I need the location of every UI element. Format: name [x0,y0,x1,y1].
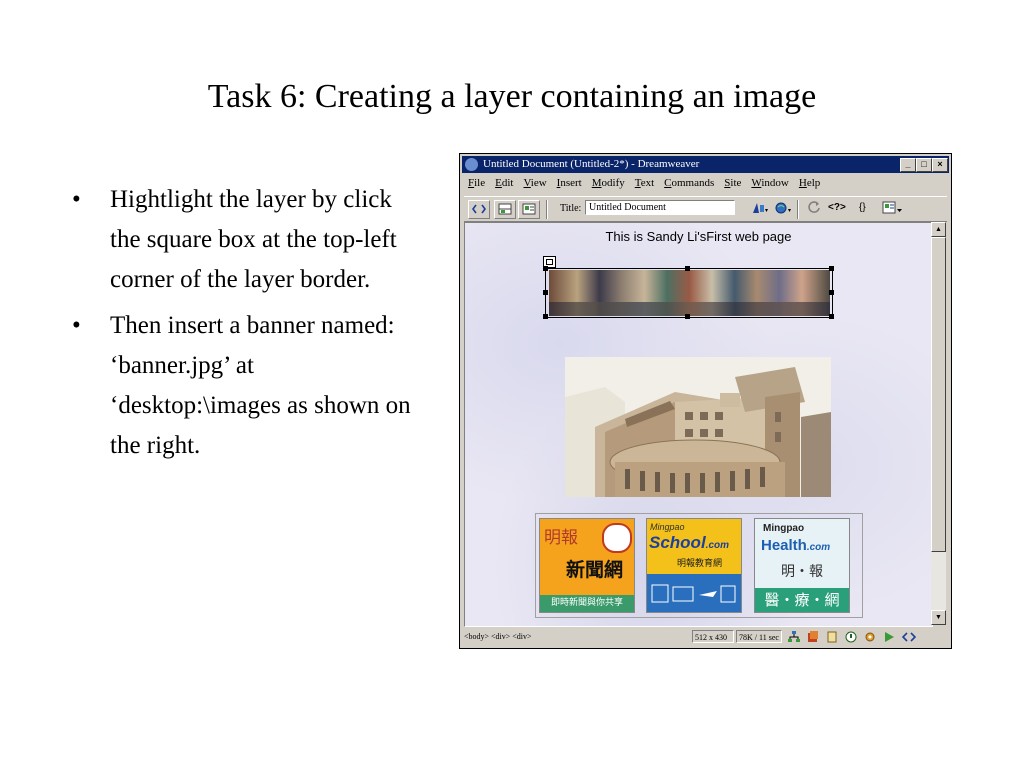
code-inspector-icon[interactable] [901,631,917,643]
vertical-scrollbar[interactable]: ▲ ▼ [931,222,946,625]
bullet-item: • Then insert a banner named: ‘banner.jpg… [72,306,422,466]
ad-text: Health [761,537,807,554]
bullet-glyph: • [72,186,81,213]
tag-selector[interactable]: <body> <div> <div> [464,632,532,641]
reference-icon[interactable]: <?> [828,202,846,213]
ad-text: .com [806,542,831,553]
design-view-icon[interactable] [518,200,540,219]
slide-title: Task 6: Creating a layer containing an i… [207,78,817,115]
menu-text[interactable]: Text [631,175,660,189]
resize-handle[interactable] [829,314,834,319]
bullet-item: • Hightlight the layer by click the squar… [72,180,422,300]
close-button[interactable]: × [932,158,948,172]
settings-gear-icon[interactable] [864,631,876,643]
title-bar[interactable]: Untitled Document (Untitled-2*) - Dreamw… [462,156,949,173]
mingpao-school-ad[interactable]: Mingpao School.com 明報教育網 [646,518,742,613]
scroll-up-button[interactable]: ▲ [931,222,946,237]
ad-text: .com [705,540,730,551]
code-view-icon[interactable] [468,200,490,219]
menu-commands[interactable]: Commands [660,175,720,189]
status-bar: <body> <div> <div> 512 x 430 78K / 11 se… [464,628,947,646]
menu-file[interactable]: File [464,175,491,189]
document-design-view[interactable]: This is Sandy Li'sFirst web page 明報 新聞網 … [464,222,933,627]
menu-modify[interactable]: Modify [588,175,631,189]
scroll-thumb[interactable] [931,237,946,552]
menu-site[interactable]: Site [720,175,747,189]
ad-text: 明報 [544,528,578,548]
window-title: Untitled Document (Untitled-2*) - Dreamw… [483,158,700,170]
ad-text: 新聞網 [566,559,624,581]
ad-text: 明・報 [781,564,823,580]
resize-handle[interactable] [685,266,690,271]
bullet-text: Hightlight the layer by click the square… [110,186,397,293]
bullet-list: • Hightlight the layer by click the squar… [72,180,422,472]
document-toolbar: Title: Untitled Document <?> {} [464,196,947,222]
clock-icon [602,523,632,553]
file-management-icon[interactable] [751,201,769,218]
ad-text: 醫・療・網 [755,588,849,612]
resize-handle[interactable] [685,314,690,319]
menu-bar: File Edit View Insert Modify Text Commands Site… [464,175,947,193]
bullet-text: Then insert a banner named: ‘banner.jpg’… [110,312,411,459]
download-time-field: 78K / 11 sec [736,630,782,643]
ad-text: Mingpao [763,523,805,534]
page-title-input[interactable]: Untitled Document [585,200,735,215]
resize-handle[interactable] [543,266,548,271]
menu-window[interactable]: Window [747,175,794,189]
site-map-icon[interactable] [788,631,800,643]
scroll-down-button[interactable]: ▼ [931,610,946,625]
dreamweaver-window: Untitled Document (Untitled-2*) - Dreamw… [459,153,952,649]
assets-icon[interactable] [807,631,819,643]
resize-handle[interactable] [543,290,548,295]
menu-edit[interactable]: Edit [491,175,519,189]
minimize-button[interactable]: _ [900,158,916,172]
resize-handle[interactable] [543,314,548,319]
title-label: Title: [560,203,582,214]
layer-box[interactable] [545,268,833,318]
ad-text: 明報教育網 [677,559,723,569]
resize-handle[interactable] [829,290,834,295]
html-source-icon[interactable] [826,631,838,643]
window-size-field[interactable]: 512 x 430 [692,630,734,643]
behaviors-icon[interactable] [845,631,857,643]
mingpao-health-ad[interactable]: Mingpao Health.com 明・報 醫・療・網 [754,518,850,613]
view-options-icon[interactable] [882,201,904,218]
building-image[interactable] [565,357,831,497]
menu-view[interactable]: View [519,175,552,189]
toolbar-separator [797,200,799,219]
ad-text: Mingpao [650,522,685,532]
refresh-icon[interactable] [807,200,821,217]
mingpao-news-ad[interactable]: 明報 新聞網 即時新聞與你共享 [539,518,635,613]
bullet-glyph: • [72,312,81,339]
page-heading: This is Sandy Li'sFirst web page [605,229,792,244]
code-navigation-icon[interactable]: {} [859,202,866,213]
computer-icons [651,583,737,605]
ad-text: 即時新聞與你共享 [540,595,634,612]
maximize-button[interactable]: □ [916,158,932,172]
ad-text: School [649,533,706,552]
banner-image[interactable] [549,270,830,316]
menu-insert[interactable]: Insert [553,175,588,189]
toolbar-separator [546,200,548,219]
resize-handle[interactable] [829,266,834,271]
menu-help[interactable]: Help [795,175,826,189]
play-icon[interactable] [883,631,895,643]
ad-banner-row: 明報 新聞網 即時新聞與你共享 Mingpao School.com 明報教育網… [535,513,863,618]
dreamweaver-app-icon [465,158,478,171]
split-view-icon[interactable] [494,200,516,219]
preview-icon[interactable] [774,201,792,218]
